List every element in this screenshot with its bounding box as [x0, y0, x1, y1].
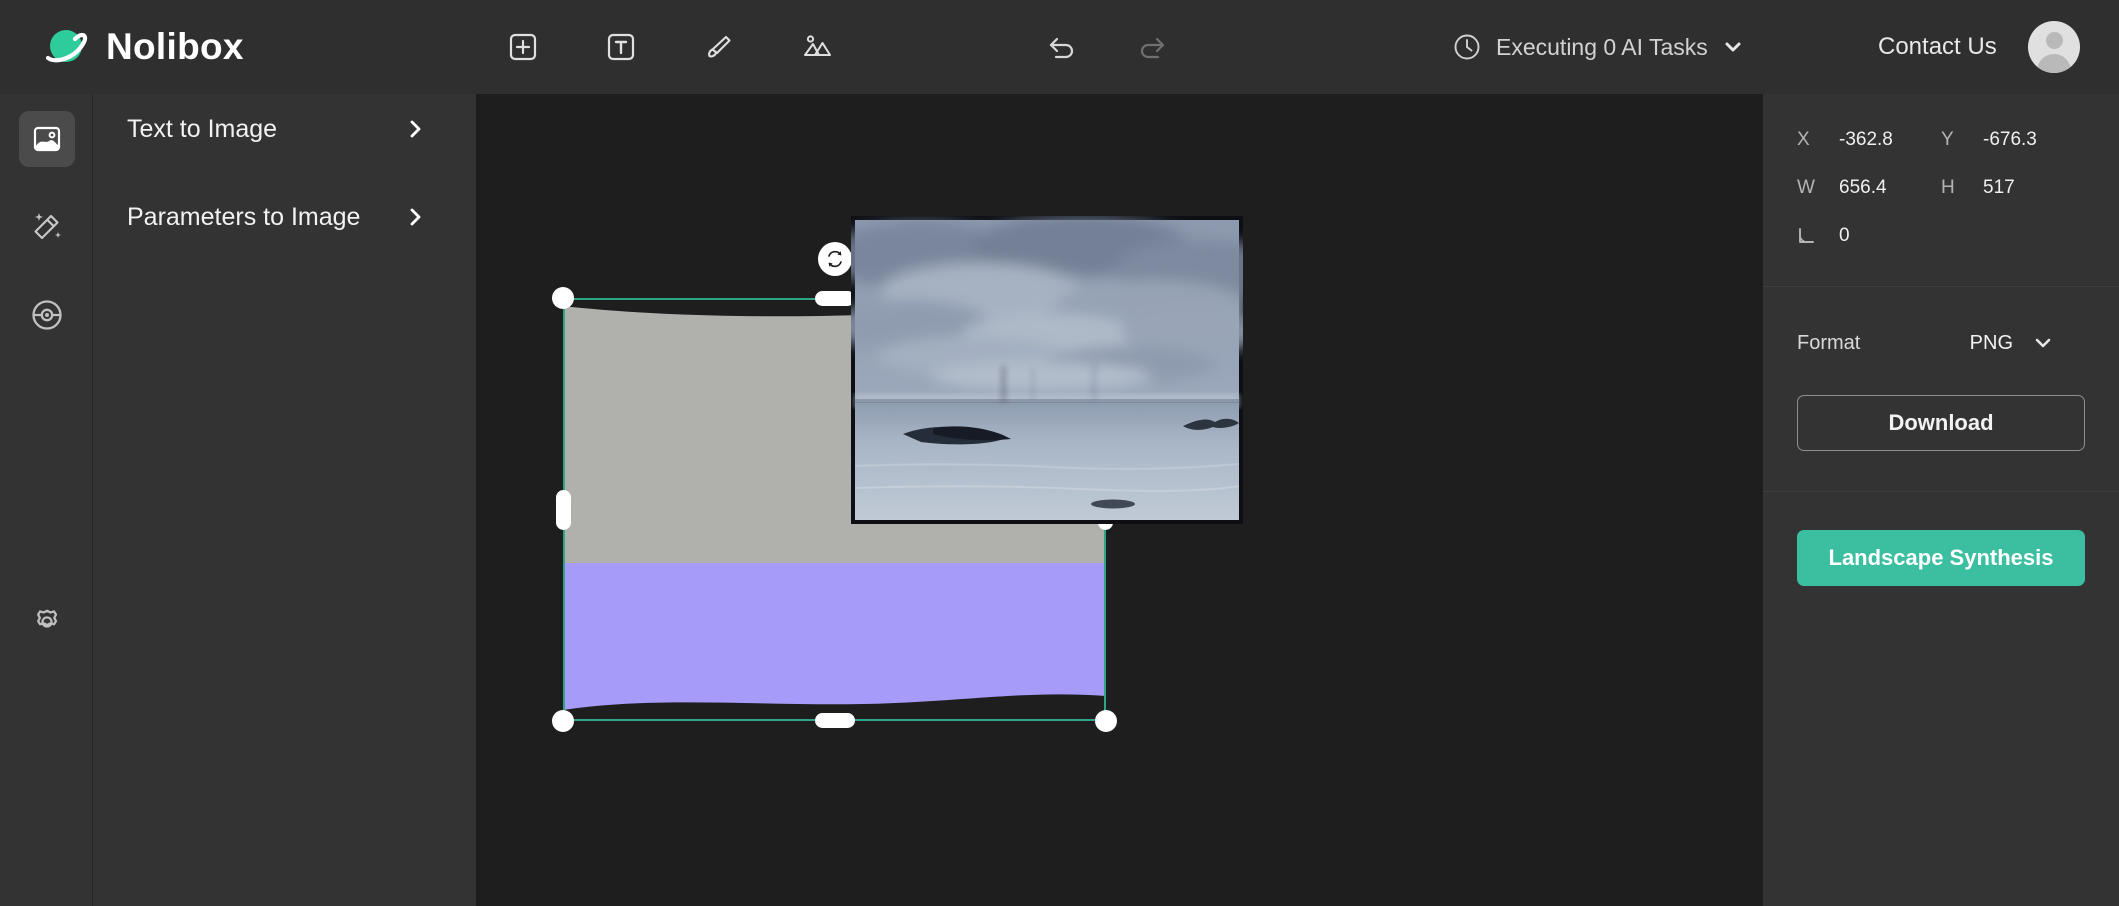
- contact-us-link[interactable]: Contact Us: [1878, 33, 1997, 61]
- landscape-synthesis-button[interactable]: Landscape Synthesis: [1797, 530, 2085, 586]
- ai-tasks-label: Executing 0 AI Tasks: [1496, 33, 1708, 60]
- brush-tool-button[interactable]: [696, 24, 742, 70]
- right-properties-panel: X -362.8 Y -676.3 W 656.4 H 517 0 Format…: [1763, 94, 2119, 906]
- avatar-head: [2045, 32, 2063, 49]
- sidebar-item-image[interactable]: [19, 111, 75, 167]
- brand[interactable]: Nolibox: [42, 22, 244, 72]
- panel-row-parameters-to-image[interactable]: Parameters to Image: [93, 187, 476, 247]
- app-root: Nolibox Executing 0 AI Tasks Contact Us …: [0, 0, 2119, 906]
- field-height-value: 517: [1983, 177, 2015, 198]
- redo-button[interactable]: [1128, 24, 1174, 70]
- field-x[interactable]: X -362.8: [1763, 129, 1941, 151]
- chevron-right-icon: [410, 208, 421, 226]
- format-value: PNG: [1969, 331, 2013, 354]
- panel-row-text-to-image[interactable]: Text to Image: [93, 99, 476, 159]
- field-width-value: 656.4: [1839, 177, 1887, 198]
- transform-row-size: W 656.4 H 517: [1763, 164, 2119, 212]
- transform-row-position: X -362.8 Y -676.3: [1763, 116, 2119, 164]
- sidebar-item-settings[interactable]: [19, 594, 75, 650]
- top-header: Nolibox Executing 0 AI Tasks Contact Us: [0, 0, 2119, 94]
- angle-icon: [1799, 228, 1814, 243]
- add-image-button[interactable]: [794, 24, 840, 70]
- left-icon-rail: [0, 94, 93, 906]
- clock-icon: [1454, 34, 1480, 60]
- image-landscape-icon: [804, 35, 831, 56]
- field-x-key: X: [1797, 129, 1810, 150]
- brand-name: Nolibox: [106, 26, 244, 67]
- field-angle[interactable]: 0: [1763, 225, 1941, 247]
- user-avatar-icon[interactable]: [2028, 21, 2080, 73]
- brush-icon: [708, 35, 731, 58]
- resize-handle-bottom-center[interactable]: [814, 713, 855, 728]
- header-history: [1040, 24, 1174, 70]
- undo-icon: [1049, 37, 1074, 59]
- sidebar-item-models[interactable]: [19, 287, 75, 343]
- add-element-button[interactable]: [500, 24, 546, 70]
- field-y-value: -676.3: [1983, 129, 2037, 150]
- rotate-handle[interactable]: [817, 242, 852, 276]
- field-width[interactable]: W 656.4: [1763, 177, 1941, 199]
- chevron-right-icon: [410, 120, 421, 138]
- format-label: Format: [1797, 331, 1861, 354]
- field-y[interactable]: Y -676.3: [1941, 129, 2119, 151]
- canvas-area[interactable]: [476, 94, 1763, 906]
- resize-handle-top-center[interactable]: [814, 291, 855, 306]
- format-row: Format PNG: [1763, 321, 2119, 365]
- field-angle-value: 0: [1839, 225, 1850, 246]
- resize-handle-top-left[interactable]: [552, 287, 574, 309]
- rotate-icon: [827, 250, 842, 268]
- redo-icon: [1140, 37, 1165, 59]
- circle-target-icon: [32, 300, 62, 330]
- field-x-value: -362.8: [1839, 129, 1893, 150]
- gear-icon: [37, 609, 58, 628]
- add-text-button[interactable]: [598, 24, 644, 70]
- field-width-key: W: [1797, 177, 1815, 198]
- chevron-down-icon: [1725, 42, 1741, 52]
- export-section: Format PNG Download: [1763, 287, 2119, 492]
- left-panel: Text to Image Parameters to Image: [93, 94, 476, 906]
- chevron-down-icon: [2035, 338, 2051, 348]
- format-select[interactable]: PNG: [1970, 332, 2053, 355]
- magic-wand-icon: [34, 213, 61, 240]
- panel-row-label: Text to Image: [127, 114, 278, 143]
- field-y-key: Y: [1941, 129, 1954, 150]
- resize-handle-middle-left[interactable]: [556, 489, 571, 530]
- add-frame-icon: [509, 33, 537, 61]
- transform-section: X -362.8 Y -676.3 W 656.4 H 517 0: [1763, 94, 2119, 287]
- avatar-body: [2037, 54, 2071, 73]
- field-height[interactable]: H 517: [1941, 177, 2119, 199]
- header-tools: [500, 24, 840, 70]
- sidebar-item-magic[interactable]: [19, 199, 75, 255]
- image-icon: [33, 126, 61, 152]
- text-box-icon: [607, 33, 635, 61]
- resize-handle-bottom-left[interactable]: [552, 710, 574, 732]
- resize-handle-bottom-right[interactable]: [1095, 710, 1117, 732]
- transform-row-angle: 0: [1763, 212, 2119, 260]
- planet-logo-icon: [42, 22, 92, 72]
- synthesis-section: Landscape Synthesis: [1763, 492, 2119, 586]
- seascape-photo-art: [851, 216, 1243, 524]
- download-button[interactable]: Download: [1797, 395, 2085, 451]
- field-height-key: H: [1941, 177, 1955, 198]
- panel-row-label: Parameters to Image: [127, 202, 361, 231]
- undo-button[interactable]: [1040, 24, 1086, 70]
- ai-tasks-dropdown[interactable]: Executing 0 AI Tasks: [1452, 32, 1744, 62]
- seascape-reference-image[interactable]: [851, 216, 1243, 524]
